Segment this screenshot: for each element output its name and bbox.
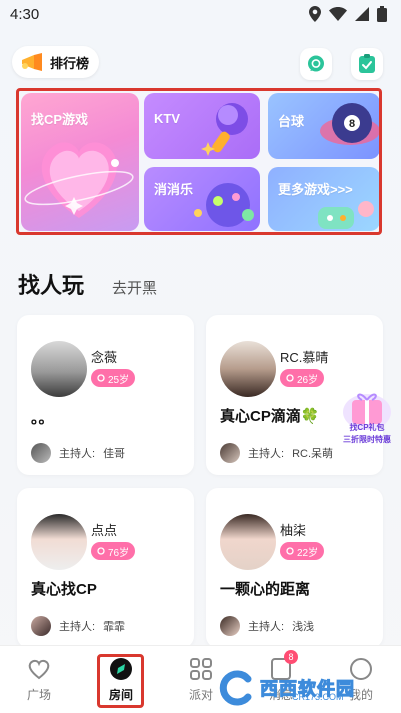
section-header: 找人玩 去开黑 [18,268,157,300]
microphone-icon [201,103,248,156]
billiard-ball-icon: 8 [320,103,379,145]
host-info: 主持人: 佳哥 [31,443,125,463]
host-info: 主持人: RC.呆萌 [220,443,333,463]
age-badge: 22岁 [280,542,325,560]
promo-line1: 找CP礼包 [349,423,385,432]
nav-label-plaza: 广场 [26,688,51,702]
search-small-icon [286,546,294,555]
avatar [220,341,276,397]
promo-line2: 三折限时特惠 [343,435,391,444]
host-avatar [220,616,240,636]
search-small-icon [97,373,105,382]
more-games-icon [318,201,374,229]
chat-bubble-icon [308,55,324,72]
status-bar: 4:30 [0,0,401,28]
room-card[interactable]: 柚柒 22岁 一颗心的距离 主持人: 浅浅 [206,488,383,648]
host-prefix: 主持人: [59,448,96,460]
host-prefix: 主持人: [248,621,285,633]
room-title: 真心CP滴滴🍀 [220,408,320,425]
heart-outline-icon [28,659,50,680]
room-card[interactable]: 点点 76岁 真心找CP 主持人: 霏霏 [17,488,194,648]
age-text: 22岁 [297,547,319,559]
age-text: 25岁 [108,374,130,386]
user-name: 念薇 [91,350,118,365]
cp-gift-promo[interactable]: 找CP礼包 三折限时特惠 [338,388,396,450]
watermark-url: CR173.COM [292,692,344,702]
wifi-icon [329,7,347,21]
watermark: 西西软件园 [218,668,398,708]
tab-find-players[interactable]: 找人玩 [18,268,84,300]
host-name: RC.呆萌 [292,448,334,460]
room-title: 真心找CP [31,581,97,598]
host-name: 佳哥 [103,448,126,460]
age-text: 76岁 [108,547,130,559]
svg-text:8: 8 [349,118,355,130]
status-time: 4:30 [10,5,40,23]
task-list-button[interactable] [351,48,383,80]
host-info: 主持人: 浅浅 [220,616,314,636]
room-title: 一颗心的距离 [220,581,311,598]
host-avatar [220,443,240,463]
grid-icon [190,658,212,680]
heart-planet-icon [24,142,134,218]
game-tile-billiards[interactable]: 台球 8 [268,93,379,159]
host-prefix: 主持人: [59,621,96,633]
nav-label-party: 派对 [188,688,213,702]
host-avatar [31,443,51,463]
room-card[interactable]: 念薇 25岁 。。 主持人: 佳哥 [17,315,194,475]
avatar [31,514,87,570]
user-name: 点点 [91,523,118,538]
game-label-billiards: 台球 [278,114,305,129]
clipboard-check-icon [359,54,375,73]
game-grid: 找CP游戏 KTV 台球 8 消消乐 更多游戏>>> [16,88,382,235]
host-name: 浅浅 [292,621,315,633]
top-header: 排行榜 [0,46,401,80]
game-tile-ktv[interactable]: KTV [144,93,260,159]
chat-search-button[interactable] [300,48,332,80]
trumpet-icon [22,53,42,71]
host-prefix: 主持人: [248,448,285,460]
age-text: 26岁 [297,374,319,386]
user-name: 柚柒 [280,523,307,538]
message-count-badge: 8 [284,650,298,664]
game-tile-find-cp[interactable]: 找CP游戏 [21,93,139,231]
age-badge: 76岁 [91,542,136,560]
game-tile-xiaoxiaole[interactable]: 消消乐 [144,167,260,231]
leaderboard-button[interactable]: 排行榜 [12,46,100,78]
avatar [31,341,87,397]
room-title: 。。 [31,410,54,427]
age-badge: 25岁 [91,369,136,387]
promo-text: 找CP礼包 三折限时特惠 [340,422,394,448]
nav-room-highlight [97,654,144,708]
location-icon [309,6,321,22]
game-tile-more[interactable]: 更多游戏>>> [268,167,379,231]
leaderboard-label: 排行榜 [50,55,90,71]
battery-icon [377,6,387,22]
tab-go-play[interactable]: 去开黑 [112,277,157,298]
age-badge: 26岁 [280,369,325,387]
search-small-icon [97,546,105,555]
user-name: RC.慕晴 [280,350,329,365]
host-avatar [31,616,51,636]
host-info: 主持人: 霏霏 [31,616,125,636]
signal-icon [355,7,369,21]
game-label-ktv: KTV [154,111,180,126]
host-name: 霏霏 [103,621,126,633]
watermark-logo-icon [219,670,252,706]
search-small-icon [286,373,294,382]
avatar [220,514,276,570]
planet-monster-icon [194,183,254,227]
nav-item-plaza[interactable]: 广场 [14,656,64,703]
status-icons [309,6,387,22]
